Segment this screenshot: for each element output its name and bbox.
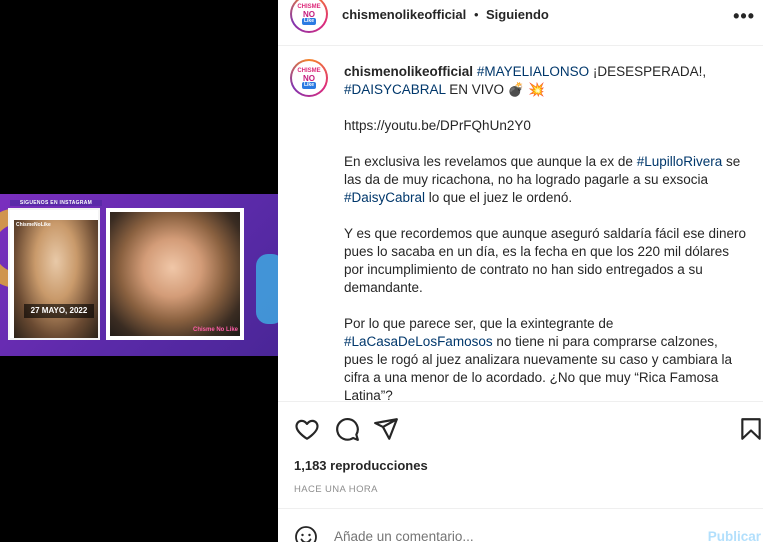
caption-username[interactable]: chismenolikeofficial: [344, 64, 473, 79]
caption-avatar[interactable]: CHISME NO Like: [290, 59, 328, 97]
post-timestamp: HACE UNA HORA: [294, 484, 378, 495]
logo-text-no: NO: [303, 9, 315, 19]
card-header: SIGUENOS EN INSTAGRAM: [10, 200, 102, 206]
following-button[interactable]: Siguiendo: [486, 7, 549, 22]
emoji-icon[interactable]: [294, 525, 318, 542]
comment-input[interactable]: [334, 529, 694, 542]
instagram-post-view: SIGUENOS EN INSTAGRAM ChismeNoLike 27 MA…: [0, 0, 763, 542]
avatar-logo: CHISME NO Like: [292, 61, 326, 95]
hashtag-link[interactable]: #LaCasaDeLosFamosos: [344, 334, 493, 349]
views-count[interactable]: 1,183 reproducciones: [294, 458, 428, 473]
hashtag-link[interactable]: #DaisyCabral: [344, 190, 425, 205]
decorative-shape: [256, 254, 278, 324]
bookmark-icon[interactable]: [738, 416, 763, 442]
caption-text: ¡DESESPERADA!,: [589, 64, 707, 79]
post-details-panel: CHISME NO Like chismenolikeofficial • Si…: [278, 0, 763, 542]
separator-dot: •: [474, 7, 479, 22]
logo-text-like: Like: [301, 17, 316, 25]
hashtag-link[interactable]: #MAYELIALONSO: [477, 64, 589, 79]
caption-text: Y es que recordemos que aunque aseguró s…: [344, 226, 747, 295]
instagram-story-card: SIGUENOS EN INSTAGRAM ChismeNoLike 27 MA…: [8, 200, 102, 340]
woman-closeup-photo: [110, 212, 240, 336]
username-link[interactable]: chismenolikeofficial: [342, 7, 466, 22]
divider: [278, 401, 763, 402]
more-options-icon[interactable]: •••: [733, 6, 755, 27]
hashtag-link[interactable]: #DAISYCABRAL: [344, 82, 446, 97]
post-header: CHISME NO Like chismenolikeofficial • Si…: [278, 0, 763, 46]
hashtag-link[interactable]: #LupilloRivera: [637, 154, 723, 169]
avatar[interactable]: CHISME NO Like: [290, 0, 328, 33]
woman-photo: [14, 220, 98, 338]
publish-button[interactable]: Publicar: [708, 529, 761, 542]
video-thumbnail[interactable]: SIGUENOS EN INSTAGRAM ChismeNoLike 27 MA…: [0, 194, 278, 356]
comment-bar: Publicar: [278, 508, 763, 542]
logo-text-no: NO: [303, 73, 315, 83]
heart-icon[interactable]: [294, 416, 320, 442]
caption-text: lo que el juez le ordenó.: [425, 190, 573, 205]
logo-text-like: Like: [301, 81, 316, 89]
avatar-logo: CHISME NO Like: [292, 0, 326, 31]
date-banner: 27 MAYO, 2022: [24, 304, 94, 318]
post-caption: chismenolikeofficial #MAYELIALONSO ¡DESE…: [344, 63, 749, 400]
caption-text: En exclusiva les revelamos que aunque la…: [344, 154, 637, 169]
card-handle: ChismeNoLike: [16, 222, 51, 228]
post-media[interactable]: SIGUENOS EN INSTAGRAM ChismeNoLike 27 MA…: [0, 0, 278, 542]
youtube-url: https://youtu.be/DPrFQhUn2Y0: [344, 118, 531, 133]
caption-text: EN VIVO 💣 💥: [445, 82, 546, 97]
brand-watermark: Chisme No Like: [192, 327, 238, 333]
closeup-card: Chisme No Like: [106, 208, 244, 340]
send-icon[interactable]: [373, 416, 399, 442]
caption-section: CHISME NO Like chismenolikeofficial #MAY…: [278, 47, 763, 400]
caption-text: Por lo que parece ser, que la exintegran…: [344, 316, 614, 331]
action-bar: [278, 404, 763, 452]
comment-icon[interactable]: [334, 416, 360, 442]
